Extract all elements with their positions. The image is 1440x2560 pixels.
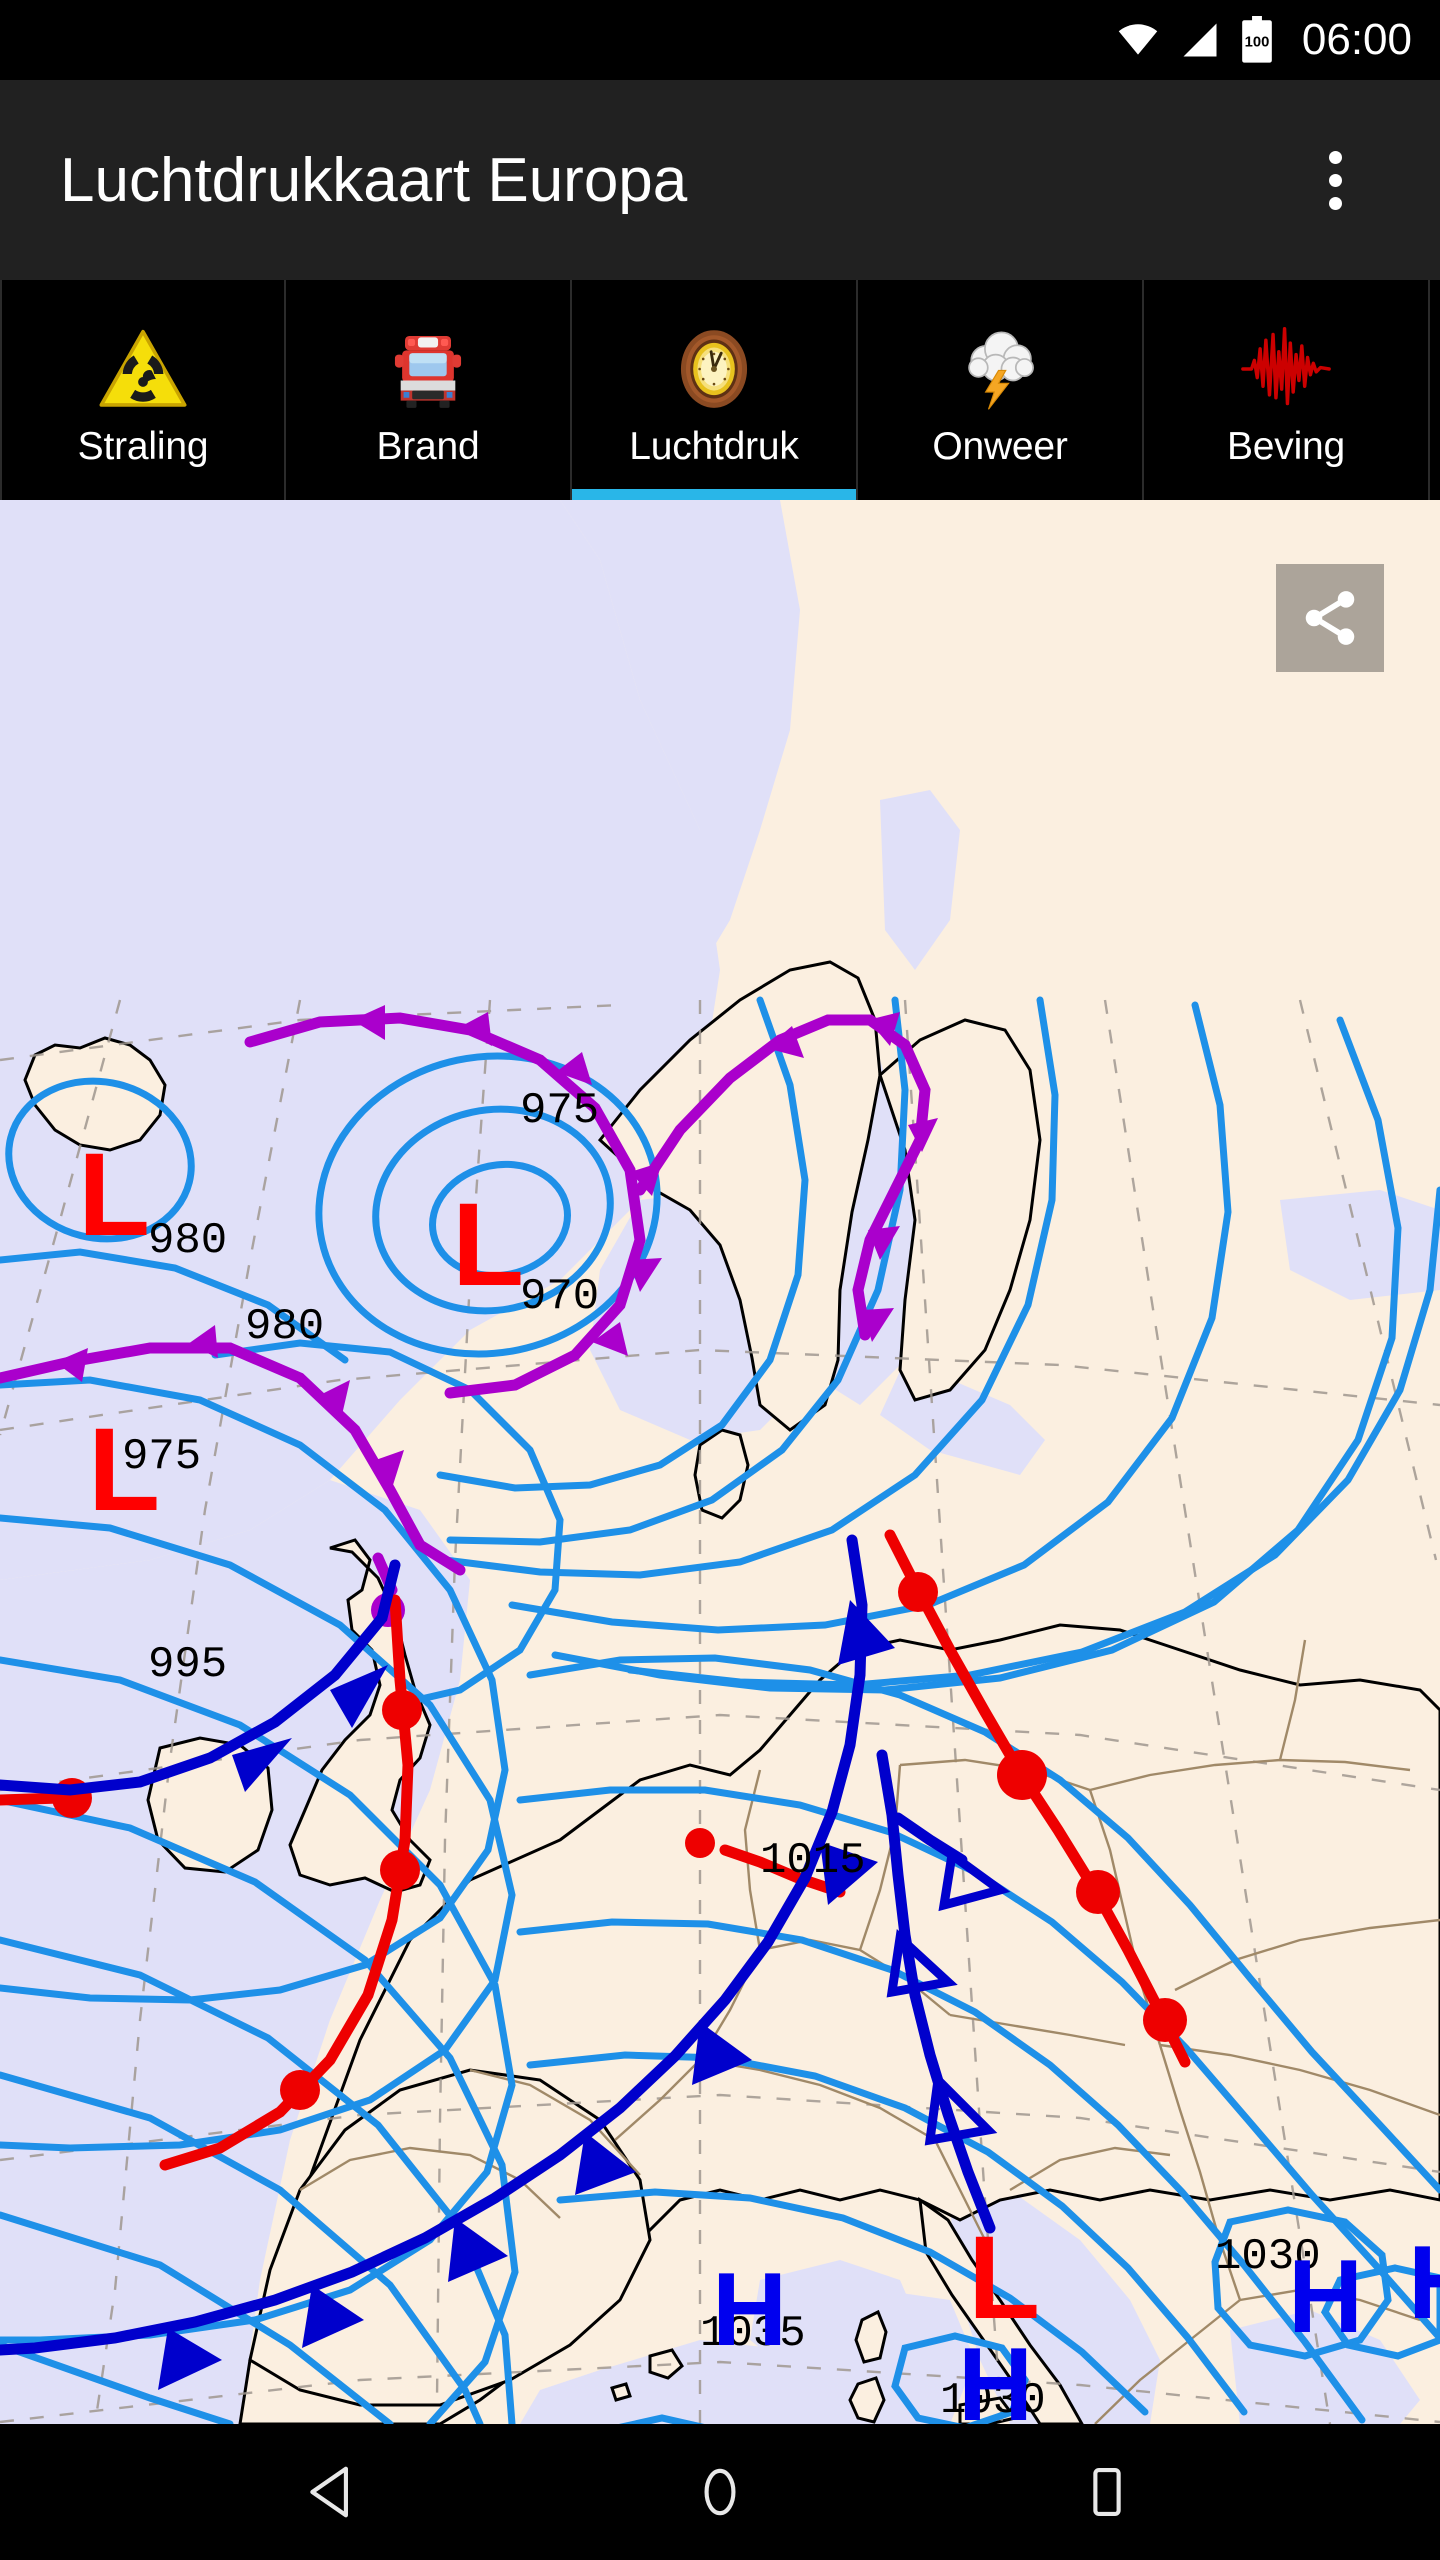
pressure-label: 980 <box>245 1302 324 1352</box>
tab-indicator <box>858 489 1142 500</box>
share-icon <box>1305 591 1355 645</box>
home-button[interactable] <box>660 2432 780 2552</box>
pressure-label: 970 <box>520 1272 599 1322</box>
tab-indicator <box>1144 489 1428 500</box>
tab-brand[interactable]: Brand <box>286 280 572 500</box>
page-title: Luchtdrukkaart Europa <box>60 145 688 215</box>
tab-bar: Straling Brand Luchtdruk Onweer Beving <box>0 280 1440 500</box>
status-icon-group: 100 06:00 <box>1116 16 1412 64</box>
tab-label: Luchtdruk <box>629 425 799 468</box>
overflow-menu-button[interactable] <box>1290 135 1380 225</box>
dot-icon-2 <box>1328 173 1342 187</box>
dot-icon-1 <box>1328 150 1342 164</box>
fire-truck-icon <box>380 321 476 417</box>
pressure-label: 995 <box>148 1640 227 1690</box>
high-pressure-marker: H <box>1408 2225 1440 2341</box>
tab-label: Beving <box>1226 425 1346 468</box>
seismograph-icon <box>1238 321 1334 417</box>
high-pressure-marker: H <box>1288 2239 1363 2355</box>
low-pressure-marker: L <box>78 1129 150 1261</box>
thunder-cloud-icon <box>952 321 1048 417</box>
pressure-label: 975 <box>520 1086 599 1136</box>
low-pressure-marker: L <box>88 1404 160 1536</box>
tab-indicator <box>572 489 856 500</box>
home-circle-icon <box>704 2468 736 2516</box>
tab-label: Onweer <box>932 425 1068 468</box>
high-pressure-marker: H <box>958 2327 1033 2424</box>
radiation-warning-icon <box>95 321 191 417</box>
wifi-icon <box>1118 24 1158 55</box>
share-button[interactable] <box>1276 564 1384 672</box>
system-navigation-bar <box>0 2424 1440 2560</box>
pressure-label: 980 <box>148 1216 227 1266</box>
recents-square-icon <box>1092 2467 1121 2517</box>
battery-percent-text: 100 <box>1245 34 1270 50</box>
high-pressure-marker: H <box>465 2412 540 2424</box>
barometer-icon <box>666 321 762 417</box>
tab-luchtdruk[interactable]: Luchtdruk <box>572 280 858 500</box>
tab-beving[interactable]: Beving <box>1144 280 1430 500</box>
back-triangle-icon <box>310 2466 349 2518</box>
tab-indicator <box>286 489 570 500</box>
dot-icon-3 <box>1328 196 1342 210</box>
app-bar: Luchtdrukkaart Europa <box>0 80 1440 280</box>
tab-onweer[interactable]: Onweer <box>858 280 1144 500</box>
signal-icon <box>1183 23 1217 57</box>
battery-icon: 100 <box>1242 16 1272 63</box>
recents-button[interactable] <box>1047 2432 1167 2552</box>
pressure-map-canvas[interactable]: 975 970 980 980 975 995 1015 1035 1035 1… <box>0 500 1440 2424</box>
back-button[interactable] <box>273 2432 393 2552</box>
tab-indicator <box>2 489 284 500</box>
tab-label: Brand <box>376 425 480 468</box>
high-pressure-marker: H <box>712 2252 787 2368</box>
low-pressure-marker: L <box>452 1179 524 1311</box>
pressure-label: 1015 <box>760 1836 866 1886</box>
tab-straling[interactable]: Straling <box>0 280 286 500</box>
tab-label: Straling <box>77 425 209 468</box>
status-clock: 06:00 <box>1301 15 1412 64</box>
status-bar: 100 06:00 <box>0 0 1440 80</box>
pressure-map-svg: 975 970 980 980 975 995 1015 1035 1035 1… <box>0 500 1440 2424</box>
low-pressure-marker: L <box>968 2212 1040 2344</box>
